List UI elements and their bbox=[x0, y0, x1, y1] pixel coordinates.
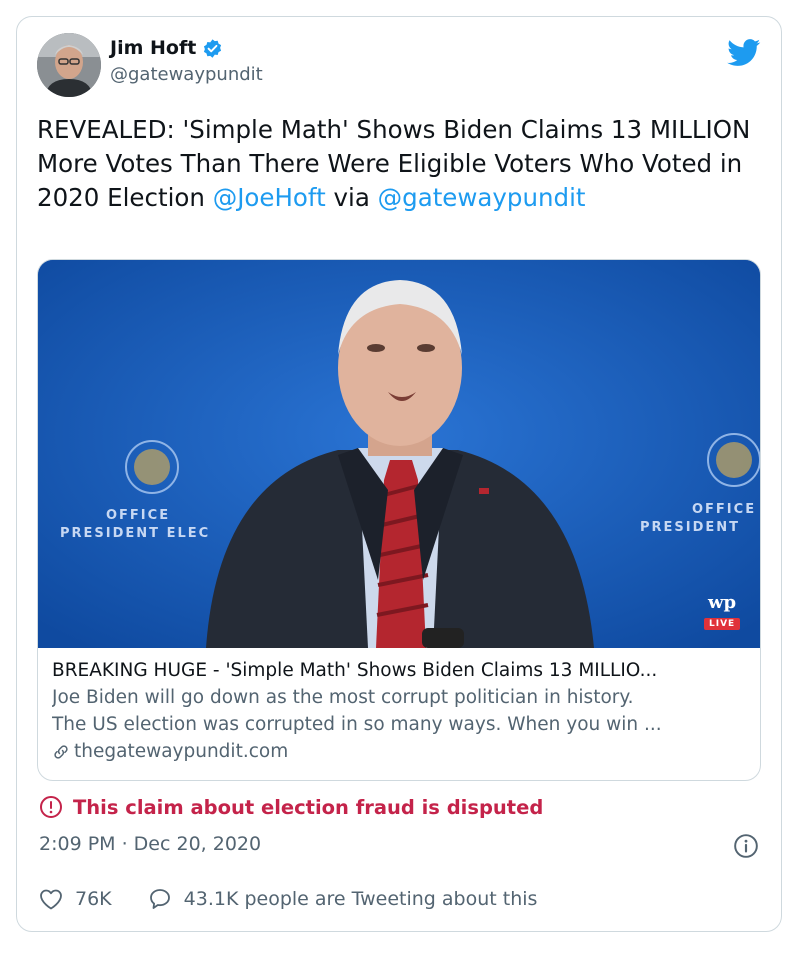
author-handle[interactable]: @gatewaypundit bbox=[110, 64, 263, 85]
preview-image[interactable]: OFFICE PRESIDENT ELEC OFFICE PRESIDENT w… bbox=[38, 260, 760, 648]
heart-icon bbox=[40, 889, 62, 910]
link-card-description-line1: Joe Biden will go down as the most corru… bbox=[52, 687, 634, 708]
mention-link-joehoft[interactable]: @JoeHoft bbox=[213, 183, 326, 212]
twitter-bird-icon[interactable] bbox=[727, 39, 761, 67]
like-count: 76K bbox=[75, 888, 112, 910]
conversation-button[interactable]: 43.1K people are Tweeting about this bbox=[148, 887, 538, 911]
timestamp[interactable]: 2:09 PM · Dec 20, 2020 bbox=[39, 833, 261, 855]
link-card-description-line2: The US election was corrupted in so many… bbox=[52, 714, 662, 735]
link-card-title[interactable]: BREAKING HUGE - 'Simple Math' Shows Bide… bbox=[52, 658, 746, 684]
avatar-photo bbox=[37, 33, 101, 97]
via-text: via bbox=[333, 183, 370, 212]
tweet-text: REVEALED: 'Simple Math' Shows Biden Clai… bbox=[37, 113, 757, 215]
backdrop-text-left-2: PRESIDENT ELEC bbox=[60, 526, 211, 541]
dispute-notice[interactable]: This claim about election fraud is dispu… bbox=[39, 795, 543, 819]
tweet-card: Jim Hoft @gatewaypundit REVEALED: 'Simpl… bbox=[16, 16, 782, 932]
speech-bubble-icon bbox=[149, 889, 170, 909]
tweet-actions: 76K 43.1K people are Tweeting about this bbox=[39, 887, 537, 911]
link-card-domain-row: thegatewaypundit.com bbox=[52, 738, 746, 765]
like-button[interactable]: 76K bbox=[39, 888, 112, 910]
live-badge: LIVE bbox=[704, 618, 741, 630]
link-preview-card[interactable]: OFFICE PRESIDENT ELEC OFFICE PRESIDENT w… bbox=[37, 259, 761, 781]
info-icon[interactable] bbox=[733, 833, 759, 859]
link-icon bbox=[54, 744, 68, 759]
watermark-logo: wp bbox=[708, 592, 737, 613]
preview-photo bbox=[38, 260, 760, 648]
backdrop-text-left-1: OFFICE bbox=[106, 508, 171, 523]
avatar[interactable] bbox=[37, 33, 101, 97]
author-name[interactable]: Jim Hoft bbox=[110, 37, 196, 59]
mention-link-gatewaypundit[interactable]: @gatewaypundit bbox=[378, 183, 586, 212]
link-card-domain[interactable]: thegatewaypundit.com bbox=[74, 738, 288, 765]
backdrop-text-right-2: PRESIDENT bbox=[640, 520, 741, 535]
verified-badge-icon bbox=[204, 38, 222, 58]
link-card-meta: BREAKING HUGE - 'Simple Math' Shows Bide… bbox=[52, 658, 746, 765]
backdrop-text-right-1: OFFICE bbox=[692, 502, 757, 517]
conversation-count: 43.1K people are Tweeting about this bbox=[183, 888, 538, 910]
exclamation-circle-icon bbox=[40, 796, 62, 818]
dispute-label[interactable]: This claim about election fraud is dispu… bbox=[73, 796, 543, 819]
